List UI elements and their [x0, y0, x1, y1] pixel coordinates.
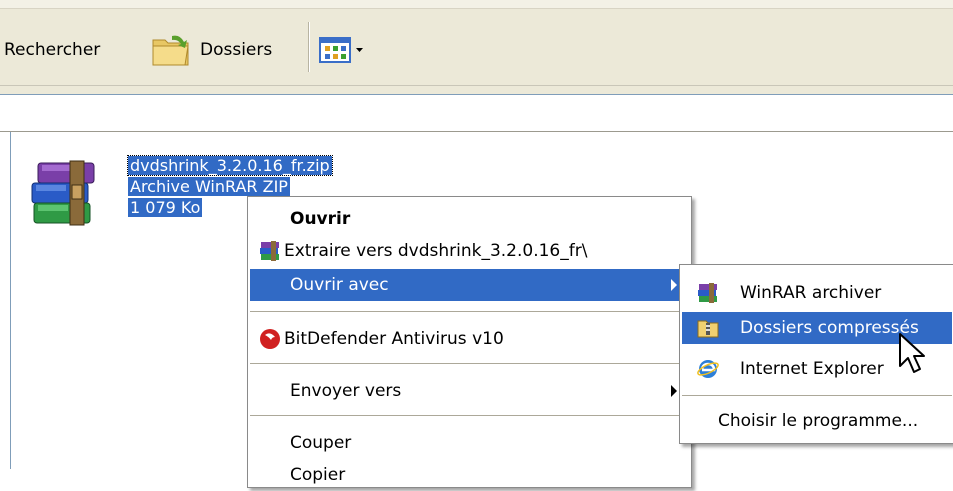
search-label: Rechercher: [4, 40, 101, 60]
menu-item-bitdefender[interactable]: BitDefender Antivirus v10: [250, 323, 689, 355]
submenu-arrow-icon: [671, 385, 677, 397]
toolbar: Rechercher Dossiers: [0, 0, 953, 86]
submenu-arrow-icon: [671, 279, 677, 291]
address-bar-area: [0, 86, 953, 132]
menu-item-bitdefender-label: BitDefender Antivirus v10: [284, 329, 504, 349]
file-size: 1 079 Ko: [128, 198, 203, 217]
internet-explorer-icon: [697, 360, 719, 378]
submenu-item-winrar[interactable]: WinRAR archiver: [682, 277, 952, 309]
winrar-archive-icon[interactable]: [28, 155, 100, 233]
submenu-item-winrar-label: WinRAR archiver: [740, 283, 882, 303]
menu-item-open-with-label: Ouvrir avec: [290, 275, 389, 295]
menu-item-copy-label: Copier: [290, 465, 346, 485]
menu-separator: [250, 311, 689, 312]
context-menu: Ouvrir Extraire vers dvdshrink_3.2.0.16_…: [247, 196, 692, 488]
views-button[interactable]: [318, 30, 366, 70]
menu-item-extract-label: Extraire vers dvdshrink_3.2.0.16_fr\: [284, 241, 588, 261]
menu-item-open-label: Ouvrir: [290, 209, 351, 229]
menu-separator: [682, 395, 952, 396]
menu-item-open[interactable]: Ouvrir: [250, 203, 689, 235]
menu-item-cut[interactable]: Couper: [250, 427, 689, 459]
folders-label: Dossiers: [200, 40, 273, 60]
compressed-folder-icon: [697, 320, 719, 338]
submenu-item-choose-program-label: Choisir le programme...: [718, 411, 919, 431]
menu-item-send-to[interactable]: Envoyer vers: [250, 375, 689, 407]
menu-item-cut-label: Couper: [290, 433, 352, 453]
winrar-icon: [260, 241, 279, 261]
menu-item-send-to-label: Envoyer vers: [290, 381, 402, 401]
folder-icon: [152, 35, 189, 66]
views-icon: [319, 37, 351, 63]
submenu-item-choose-program[interactable]: Choisir le programme...: [682, 405, 952, 437]
file-name: dvdshrink_3.2.0.16_fr.zip: [127, 155, 333, 176]
menu-separator: [250, 415, 689, 416]
submenu-item-compressed-folders-label: Dossiers compressés: [740, 318, 919, 338]
winrar-icon: [698, 283, 717, 303]
mouse-pointer-icon: [899, 333, 925, 373]
address-bar[interactable]: [0, 94, 953, 131]
search-button[interactable]: Rechercher: [4, 30, 100, 70]
bitdefender-icon: [260, 329, 280, 349]
menu-item-copy[interactable]: Copier: [250, 459, 689, 491]
menu-separator: [250, 363, 689, 364]
views-dropdown-arrow-icon[interactable]: [354, 45, 366, 55]
menu-item-extract[interactable]: Extraire vers dvdshrink_3.2.0.16_fr\: [250, 235, 689, 267]
file-type: Archive WinRAR ZIP: [128, 177, 290, 196]
folders-button[interactable]: Dossiers: [150, 30, 272, 70]
toolbar-top-border: [0, 0, 953, 9]
toolbar-separator: [308, 22, 309, 72]
menu-item-open-with[interactable]: Ouvrir avec: [250, 269, 689, 301]
submenu-item-internet-explorer-label: Internet Explorer: [740, 359, 884, 379]
